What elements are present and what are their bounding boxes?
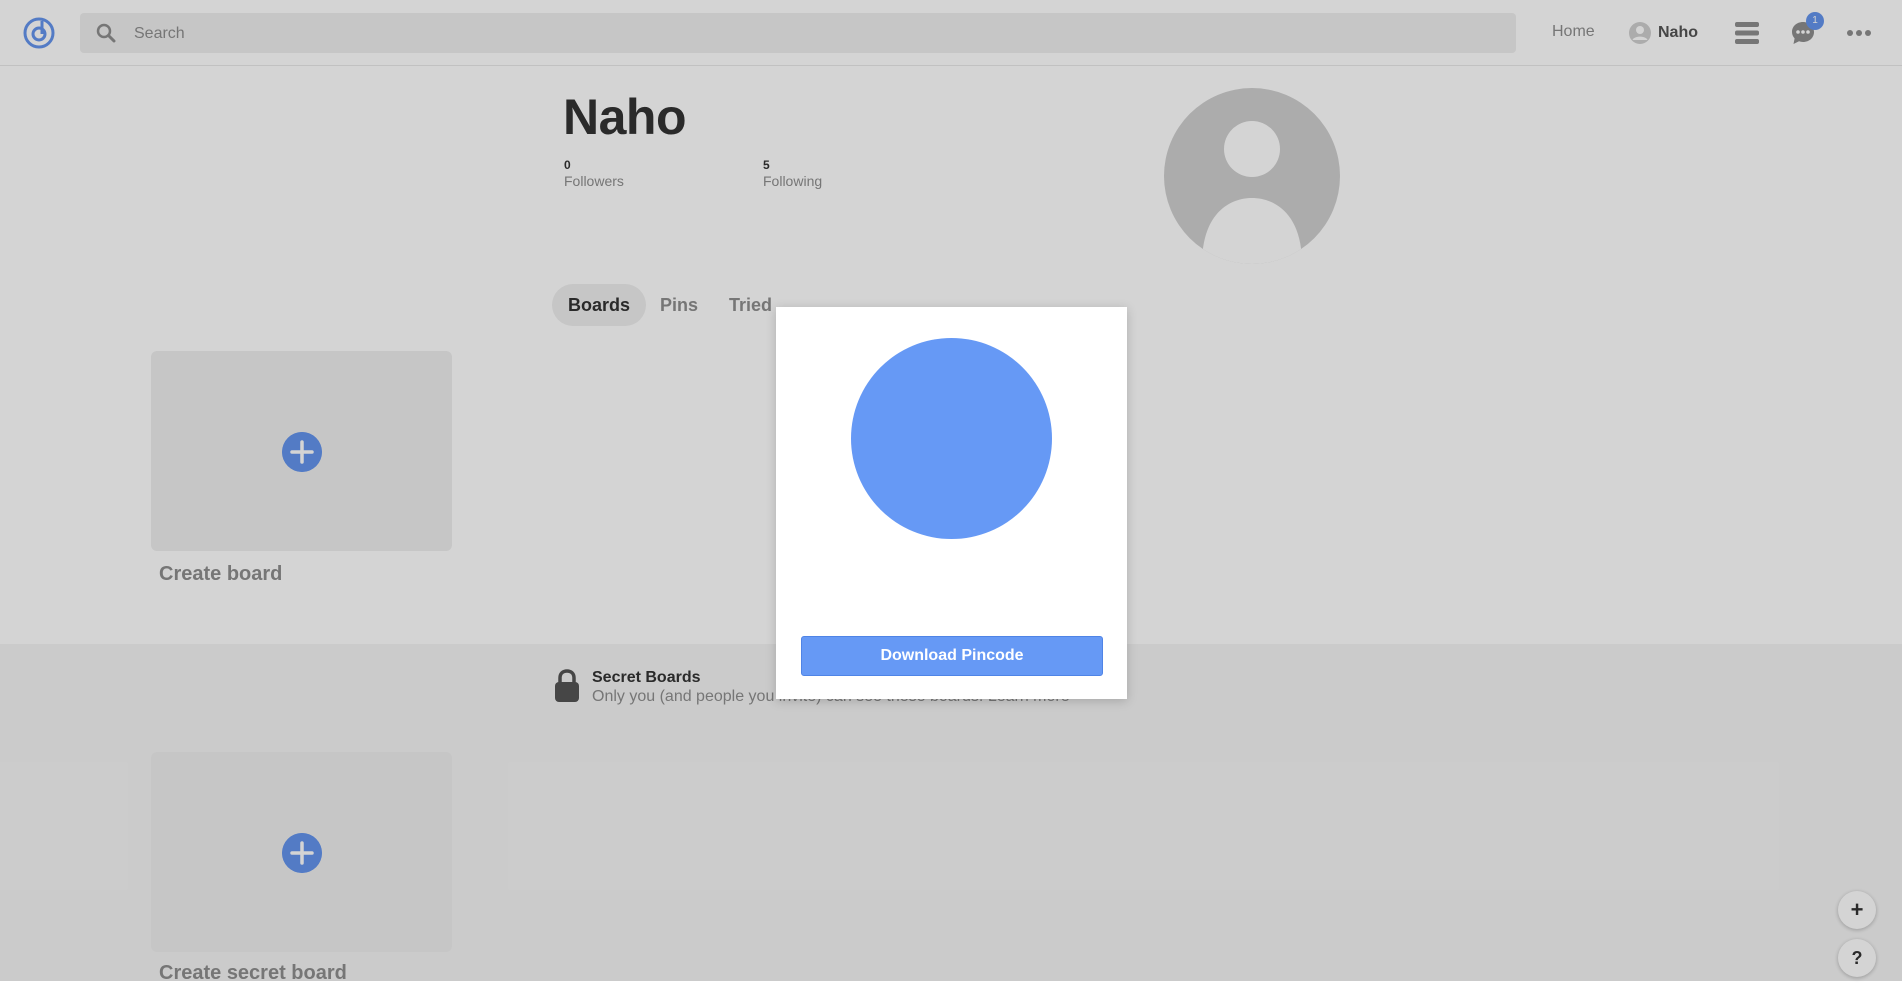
pincode-modal: Download Pincode <box>776 307 1127 699</box>
pincode-image <box>851 338 1052 539</box>
download-pincode-button[interactable]: Download Pincode <box>801 636 1103 676</box>
